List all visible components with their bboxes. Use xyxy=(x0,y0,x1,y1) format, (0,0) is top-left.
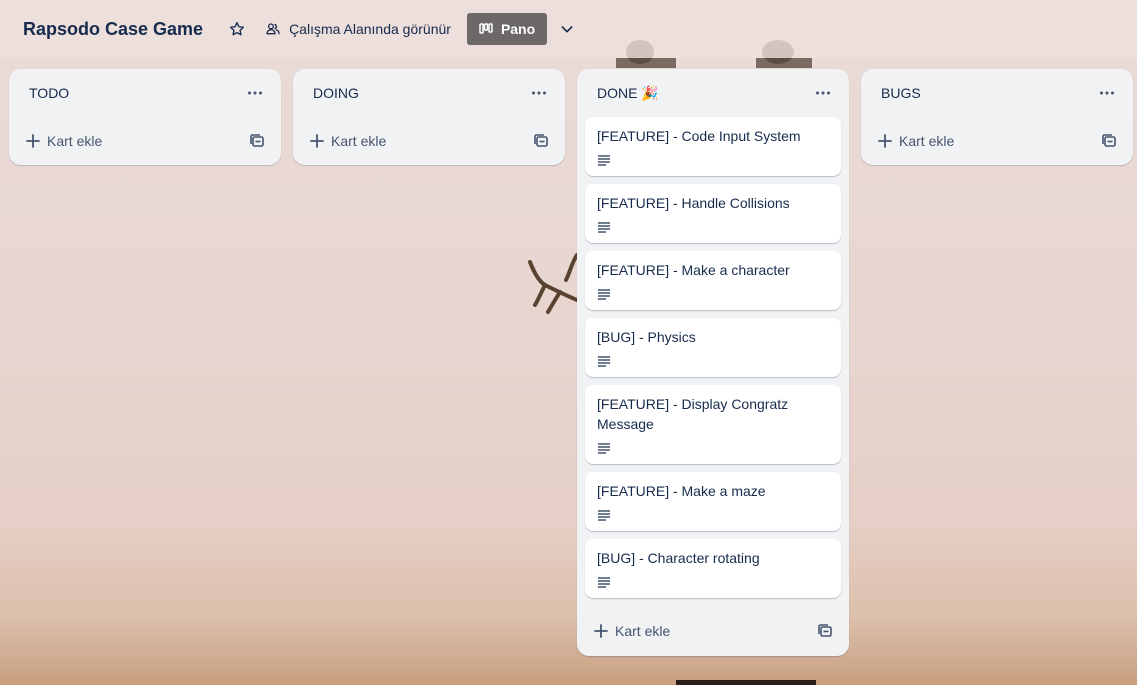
add-card-button[interactable]: Kart ekle xyxy=(877,133,954,149)
visibility-button[interactable]: Çalışma Alanında görünür xyxy=(259,13,457,45)
list-bugs: BUGS Kart ekle xyxy=(861,69,1133,165)
template-icon xyxy=(250,134,264,147)
list-title[interactable]: DOING xyxy=(313,85,359,101)
list-done: DONE 🎉 [FEATURE] - Code Input System [FE… xyxy=(577,69,849,656)
description-icon xyxy=(598,443,610,454)
list-title[interactable]: TODO xyxy=(29,85,69,101)
card[interactable]: [FEATURE] - Handle Collisions xyxy=(585,184,841,243)
list-header: TODO xyxy=(9,69,281,117)
more-icon xyxy=(816,91,830,95)
star-icon xyxy=(230,22,245,36)
list-menu-button[interactable] xyxy=(243,81,267,105)
list-header: DONE 🎉 xyxy=(577,69,849,117)
add-card-label: Kart ekle xyxy=(899,133,955,149)
board-title[interactable]: Rapsodo Case Game xyxy=(23,19,203,40)
template-icon xyxy=(1102,134,1116,147)
card[interactable]: [FEATURE] - Code Input System xyxy=(585,117,841,176)
plus-icon xyxy=(26,134,40,148)
template-icon xyxy=(534,134,548,147)
card-template-button[interactable] xyxy=(815,621,835,641)
board-view-icon xyxy=(479,23,493,34)
plus-icon xyxy=(594,624,608,638)
board-header: Rapsodo Case Game Çalışma Alanında görün… xyxy=(0,0,1137,58)
list-menu-button[interactable] xyxy=(527,81,551,105)
description-icon xyxy=(598,510,610,521)
template-icon xyxy=(818,624,832,637)
list-footer: Kart ekle xyxy=(861,117,1133,165)
card[interactable]: [FEATURE] - Make a character xyxy=(585,251,841,310)
add-card-label: Kart ekle xyxy=(47,133,103,149)
card[interactable]: [FEATURE] - Display Congratz Message xyxy=(585,385,841,464)
card-title: [BUG] - Physics xyxy=(597,329,696,345)
card[interactable]: [BUG] - Physics xyxy=(585,318,841,377)
visibility-label: Çalışma Alanında görünür xyxy=(289,21,451,37)
view-switcher-button[interactable] xyxy=(553,13,581,45)
more-icon xyxy=(532,91,546,95)
description-icon xyxy=(598,289,610,300)
list-menu-button[interactable] xyxy=(1095,81,1119,105)
list-title[interactable]: BUGS xyxy=(881,85,921,101)
add-card-button[interactable]: Kart ekle xyxy=(25,133,102,149)
card-title: [FEATURE] - Display Congratz Message xyxy=(597,396,789,432)
list-header: BUGS xyxy=(861,69,1133,117)
card-template-button[interactable] xyxy=(1099,131,1119,151)
list-header: DOING xyxy=(293,69,565,117)
card-template-button[interactable] xyxy=(531,131,551,151)
star-button[interactable] xyxy=(223,13,251,45)
list-title[interactable]: DONE 🎉 xyxy=(597,85,659,102)
description-icon xyxy=(598,577,610,588)
board-view-label: Pano xyxy=(500,21,536,37)
list-footer: Kart ekle xyxy=(577,606,849,656)
add-card-label: Kart ekle xyxy=(331,133,387,149)
more-icon xyxy=(1100,91,1114,95)
card-title: [FEATURE] - Make a character xyxy=(597,262,790,278)
add-card-button[interactable]: Kart ekle xyxy=(309,133,386,149)
card-list: [FEATURE] - Code Input System [FEATURE] … xyxy=(577,117,849,598)
list-footer: Kart ekle xyxy=(9,117,281,165)
list-menu-button[interactable] xyxy=(811,81,835,105)
card-title: [BUG] - Character rotating xyxy=(597,550,760,566)
card-title: [FEATURE] - Code Input System xyxy=(597,128,801,144)
list-title-text: DONE xyxy=(597,84,638,101)
add-card-button[interactable]: Kart ekle xyxy=(593,623,670,639)
card-title: [FEATURE] - Handle Collisions xyxy=(597,195,790,211)
card-title: [FEATURE] - Make a maze xyxy=(597,483,766,499)
description-icon xyxy=(598,356,610,367)
card[interactable]: [FEATURE] - Make a maze xyxy=(585,472,841,531)
add-card-label: Kart ekle xyxy=(615,623,671,639)
list-doing: DOING Kart ekle xyxy=(293,69,565,165)
chevron-down-icon xyxy=(561,26,573,33)
more-icon xyxy=(248,91,262,95)
list-footer: Kart ekle xyxy=(293,117,565,165)
card[interactable]: [BUG] - Character rotating xyxy=(585,539,841,598)
plus-icon xyxy=(878,134,892,148)
description-icon xyxy=(598,222,610,233)
card-template-button[interactable] xyxy=(247,131,267,151)
plus-icon xyxy=(310,134,324,148)
description-icon xyxy=(598,155,610,166)
party-emoji-icon: 🎉 xyxy=(641,84,659,101)
board-view-button[interactable]: Pano xyxy=(466,13,548,45)
people-icon xyxy=(266,23,280,35)
list-todo: TODO Kart ekle xyxy=(9,69,281,165)
